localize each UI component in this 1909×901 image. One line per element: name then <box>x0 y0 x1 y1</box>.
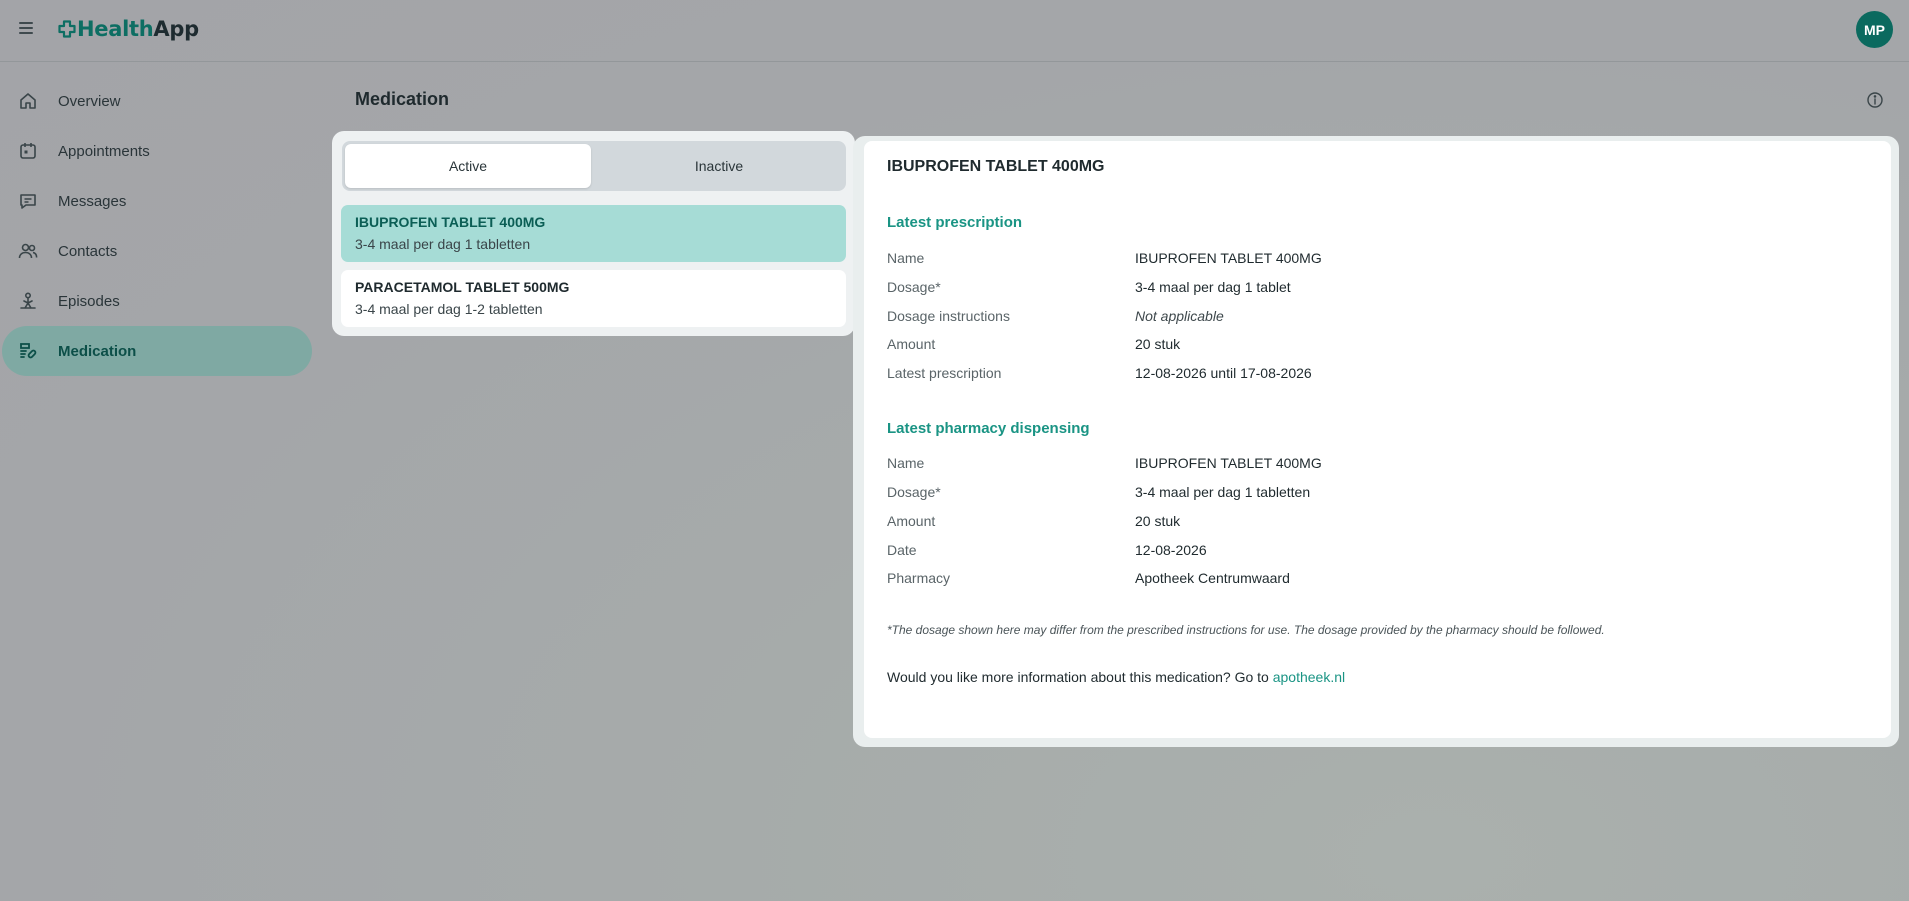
tab-inactive[interactable]: Inactive <box>596 144 842 188</box>
detail-value: IBUPROFEN TABLET 400MG <box>1135 455 1322 471</box>
medication-detail-content: IBUPROFEN TABLET 400MG Latest prescripti… <box>864 141 1891 738</box>
detail-row: Dosage* 3-4 maal per dag 1 tabletten <box>887 484 1787 506</box>
medication-list-panel: Active Inactive IBUPROFEN TABLET 400MG 3… <box>332 131 855 336</box>
detail-label: Amount <box>887 336 936 352</box>
detail-value: Not applicable <box>1135 308 1224 324</box>
sidebar: Overview Appointments Messages Contacts … <box>0 76 315 376</box>
detail-value: 12-08-2026 <box>1135 542 1207 558</box>
status-tabs: Active Inactive <box>342 141 846 191</box>
detail-label: Dosage* <box>887 484 941 500</box>
detail-row: Amount 20 stuk <box>887 513 1787 535</box>
sidebar-item-label: Appointments <box>58 142 150 160</box>
sidebar-item-label: Overview <box>58 92 121 110</box>
detail-value: Apotheek Centrumwaard <box>1135 570 1290 586</box>
detail-value: 20 stuk <box>1135 513 1181 529</box>
detail-row: Date 12-08-2026 <box>887 542 1787 564</box>
detail-row: Dosage* 3-4 maal per dag 1 tablet <box>887 279 1787 301</box>
page-title: Medication <box>355 89 450 109</box>
apotheek-link[interactable]: apotheek.nl <box>1273 669 1345 685</box>
medication-dosage: 3-4 maal per dag 1-2 tabletten <box>355 301 543 317</box>
medication-detail-panel: IBUPROFEN TABLET 400MG Latest prescripti… <box>853 136 1899 747</box>
avatar[interactable]: MP <box>1856 11 1893 48</box>
sidebar-item-messages[interactable]: Messages <box>2 176 312 226</box>
sidebar-item-label: Contacts <box>58 242 118 260</box>
detail-label: Latest prescription <box>887 365 1002 381</box>
top-bar: Health App MP <box>0 0 1909 62</box>
detail-value: 3-4 maal per dag 1 tabletten <box>1135 484 1311 500</box>
medication-dosage: 3-4 maal per dag 1 tabletten <box>355 236 531 252</box>
detail-label: Amount <box>887 513 936 529</box>
detail-label: Name <box>887 250 925 266</box>
chat-icon <box>20 194 36 209</box>
medication-name: PARACETAMOL TABLET 500MG <box>355 279 570 295</box>
sidebar-item-label: Episodes <box>58 292 120 310</box>
logo-text-app: App <box>153 17 199 41</box>
detail-label: Name <box>887 455 925 471</box>
dosage-footnote: *The dosage shown here may differ from t… <box>887 623 1605 637</box>
detail-value: 3-4 maal per dag 1 tablet <box>1135 279 1291 295</box>
detail-row: Amount 20 stuk <box>887 336 1787 358</box>
detail-value: IBUPROFEN TABLET 400MG <box>1135 250 1322 266</box>
episode-icon <box>20 292 36 309</box>
detail-label: Dosage instructions <box>887 308 1010 324</box>
detail-value: 20 stuk <box>1135 336 1181 352</box>
app-logo[interactable]: Health App <box>58 14 199 44</box>
pill-icon <box>20 343 37 359</box>
sidebar-item-appointments[interactable]: Appointments <box>2 126 312 176</box>
tab-active[interactable]: Active <box>345 144 591 188</box>
section-heading-prescription: Latest prescription <box>887 214 1023 231</box>
sidebar-item-label: Messages <box>58 192 127 210</box>
detail-row: Pharmacy Apotheek Centrumwaard <box>887 570 1787 592</box>
more-info-text: Would you like more information about th… <box>887 669 1345 685</box>
sidebar-item-label: Medication <box>58 342 137 360</box>
section-heading-dispensing: Latest pharmacy dispensing <box>887 420 1090 437</box>
detail-row: Name IBUPROFEN TABLET 400MG <box>887 250 1787 272</box>
logo-text-health: Health <box>77 17 154 41</box>
sidebar-item-contacts[interactable]: Contacts <box>2 226 312 276</box>
detail-row: Dosage instructions Not applicable <box>887 308 1787 330</box>
more-info-label: Would you like more information about th… <box>887 669 1273 685</box>
detail-row: Name IBUPROFEN TABLET 400MG <box>887 455 1787 477</box>
medication-name: IBUPROFEN TABLET 400MG <box>355 214 546 230</box>
detail-title: IBUPROFEN TABLET 400MG <box>887 158 1105 175</box>
detail-value: 12-08-2026 until 17-08-2026 <box>1135 365 1312 381</box>
detail-label: Pharmacy <box>887 570 951 586</box>
medication-list-item[interactable]: IBUPROFEN TABLET 400MG 3-4 maal per dag … <box>341 205 846 262</box>
sidebar-item-overview[interactable]: Overview <box>2 76 312 126</box>
sidebar-item-medication[interactable]: Medication <box>2 326 312 376</box>
health-cross-icon <box>58 20 76 38</box>
detail-row: Latest prescription 12-08-2026 until 17-… <box>887 365 1787 387</box>
people-icon <box>18 243 38 259</box>
detail-label: Date <box>887 542 917 558</box>
sidebar-item-episodes[interactable]: Episodes <box>2 276 312 326</box>
home-icon <box>20 93 36 109</box>
detail-label: Dosage* <box>887 279 941 295</box>
calendar-icon <box>20 143 36 159</box>
menu-icon[interactable] <box>18 19 36 37</box>
info-icon[interactable] <box>1866 91 1884 109</box>
medication-list-item[interactable]: PARACETAMOL TABLET 500MG 3-4 maal per da… <box>341 270 846 327</box>
